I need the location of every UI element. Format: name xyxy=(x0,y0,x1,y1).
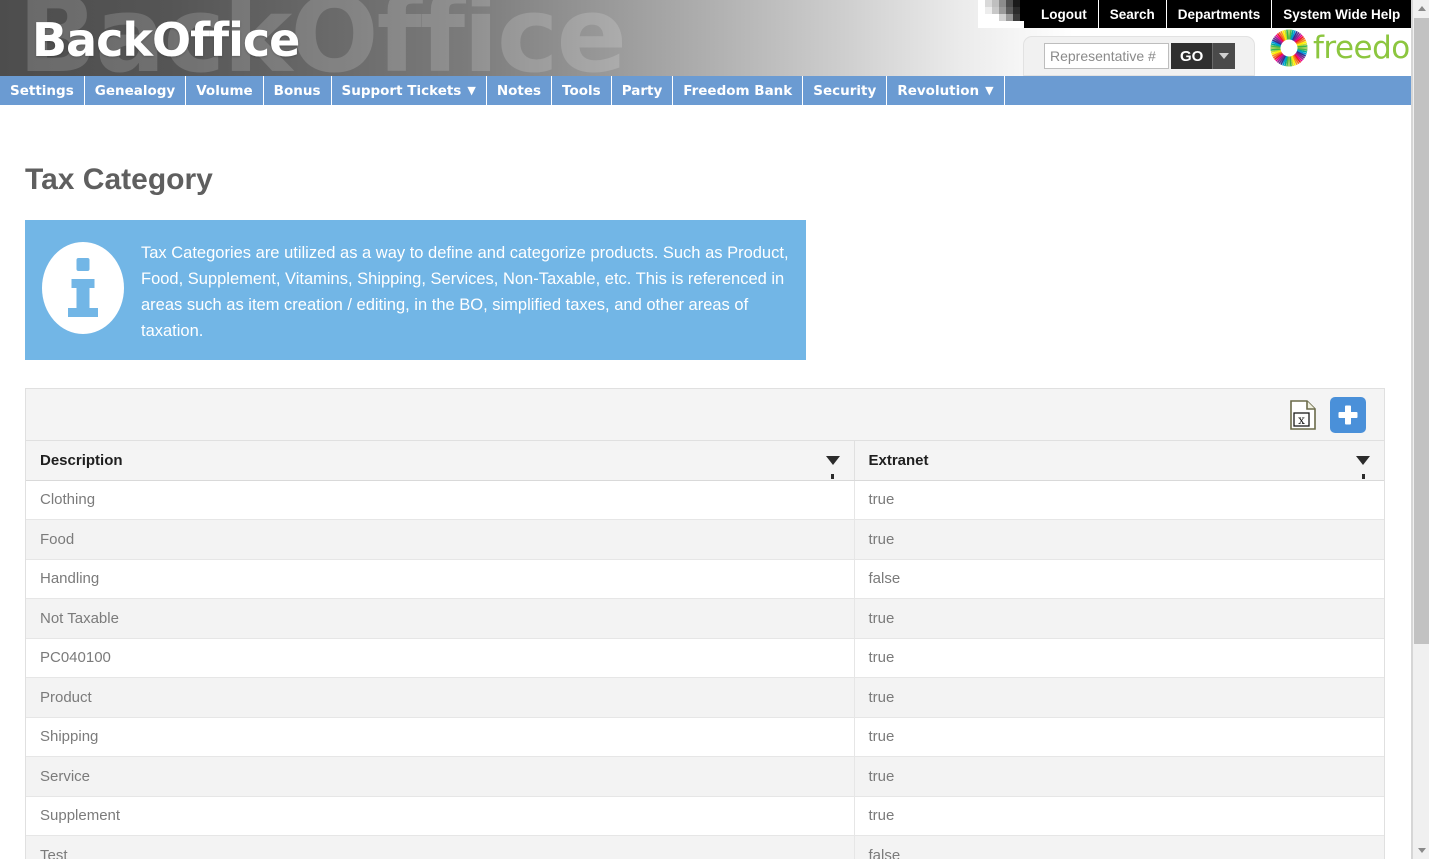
column-header-extranet[interactable]: Extranet xyxy=(854,441,1384,480)
nav-item-label: Revolution xyxy=(897,83,979,99)
scroll-down-arrow-icon[interactable] xyxy=(1413,842,1429,859)
excel-export-icon[interactable]: x xyxy=(1290,400,1316,430)
nav-item-bonus[interactable]: Bonus xyxy=(264,76,332,105)
cell-extranet: true xyxy=(854,717,1384,757)
cell-extranet: true xyxy=(854,638,1384,678)
table-row[interactable]: Clothingtrue xyxy=(26,480,1384,520)
scrollbar-thumb[interactable] xyxy=(1414,18,1429,644)
cell-description: Product xyxy=(26,678,854,718)
table-header-row: Description Extranet xyxy=(26,441,1384,480)
nav-item-label: Notes xyxy=(497,83,541,99)
main-nav: Settings Genealogy Volume Bonus Support Tick… xyxy=(0,76,1412,105)
freedom-sunburst-icon xyxy=(1269,28,1309,68)
representative-search-panel: GO xyxy=(1023,36,1255,76)
table-row[interactable]: Shippingtrue xyxy=(26,717,1384,757)
table-row[interactable]: Servicetrue xyxy=(26,757,1384,797)
info-icon-stem-top xyxy=(72,279,95,288)
tax-category-grid: x Description xyxy=(25,388,1385,859)
table-row[interactable]: Handlingfalse xyxy=(26,559,1384,599)
chevron-down-icon: ▼ xyxy=(985,84,993,97)
tax-category-table: Description Extranet ClothingtrueFoodt xyxy=(26,441,1384,859)
cell-description: Food xyxy=(26,520,854,560)
freedom-brand-logo: freedom xyxy=(1269,28,1429,68)
nav-item-label: Volume xyxy=(196,83,252,99)
nav-item-genealogy[interactable]: Genealogy xyxy=(85,76,186,105)
cell-description: Not Taxable xyxy=(26,599,854,639)
cell-description: Shipping xyxy=(26,717,854,757)
nav-item-support-tickets[interactable]: Support Tickets ▼ xyxy=(332,76,487,105)
cell-description: Supplement xyxy=(26,796,854,836)
go-button[interactable]: GO xyxy=(1171,43,1212,69)
nav-item-label: Bonus xyxy=(274,83,321,99)
info-circle-icon xyxy=(42,242,124,334)
utility-nav-item-departments[interactable]: Departments xyxy=(1167,0,1273,28)
info-icon-stem-base xyxy=(68,308,98,317)
column-header-extranet-label: Extranet xyxy=(869,452,929,469)
backoffice-logo: BackOffice xyxy=(32,13,299,67)
utility-nav-item-system-wide-help[interactable]: System Wide Help xyxy=(1272,0,1411,28)
column-header-description-label: Description xyxy=(40,452,123,469)
page-title: Tax Category xyxy=(25,163,1412,197)
checker-pattern-decoration xyxy=(978,0,1024,28)
go-dropdown-arrow-icon[interactable] xyxy=(1212,43,1235,69)
page-content: Tax Category Tax Categories are utilized… xyxy=(0,105,1412,859)
chevron-down-icon: ▼ xyxy=(467,84,475,97)
nav-item-tools[interactable]: Tools xyxy=(552,76,612,105)
cell-extranet: false xyxy=(854,836,1384,859)
info-icon-wrap xyxy=(25,238,141,334)
nav-item-revolution[interactable]: Revolution ▼ xyxy=(887,76,1004,105)
table-row[interactable]: Producttrue xyxy=(26,678,1384,718)
cell-description: Service xyxy=(26,757,854,797)
nav-item-volume[interactable]: Volume xyxy=(186,76,263,105)
utility-nav-item-search[interactable]: Search xyxy=(1099,0,1167,28)
cell-description: Handling xyxy=(26,559,854,599)
svg-text:x: x xyxy=(1298,413,1305,427)
cell-extranet: true xyxy=(854,599,1384,639)
add-tax-category-button[interactable] xyxy=(1330,397,1366,433)
nav-item-label: Freedom Bank xyxy=(683,83,792,99)
nav-item-label: Party xyxy=(622,83,663,99)
scroll-up-arrow-icon[interactable] xyxy=(1413,0,1429,17)
nav-item-label: Genealogy xyxy=(95,83,175,99)
nav-item-party[interactable]: Party xyxy=(612,76,674,105)
table-body: ClothingtrueFoodtrueHandlingfalseNot Tax… xyxy=(26,480,1384,859)
table-row[interactable]: PC040100true xyxy=(26,638,1384,678)
page-scrollbar[interactable] xyxy=(1412,0,1429,859)
column-header-description[interactable]: Description xyxy=(26,441,854,480)
utility-nav: LogoutSearchDepartmentsSystem Wide Help xyxy=(1024,0,1417,28)
cell-extranet: true xyxy=(854,678,1384,718)
cell-extranet: true xyxy=(854,520,1384,560)
nav-item-label: Settings xyxy=(10,83,74,99)
info-banner-text: Tax Categories are utilized as a way to … xyxy=(141,238,792,344)
table-row[interactable]: Foodtrue xyxy=(26,520,1384,560)
page-root: BackOffice BackOffice LogoutSearchDepart… xyxy=(0,0,1429,859)
nav-item-label: Support Tickets xyxy=(342,83,462,99)
cell-extranet: false xyxy=(854,559,1384,599)
cell-description: Test xyxy=(26,836,854,859)
go-button-group: GO xyxy=(1171,43,1235,69)
cell-extranet: true xyxy=(854,796,1384,836)
nav-item-label: Security xyxy=(813,83,876,99)
cell-description: Clothing xyxy=(26,480,854,520)
info-banner: Tax Categories are utilized as a way to … xyxy=(25,220,806,360)
table-row[interactable]: Supplementtrue xyxy=(26,796,1384,836)
nav-item-settings[interactable]: Settings xyxy=(0,76,85,105)
nav-item-label: Tools xyxy=(562,83,601,99)
filter-funnel-icon[interactable] xyxy=(826,456,840,465)
table-row[interactable]: Testfalse xyxy=(26,836,1384,859)
nav-item-notes[interactable]: Notes xyxy=(487,76,552,105)
filter-funnel-icon[interactable] xyxy=(1356,456,1370,465)
nav-item-freedom-bank[interactable]: Freedom Bank xyxy=(673,76,803,105)
cell-description: PC040100 xyxy=(26,638,854,678)
cell-extranet: true xyxy=(854,480,1384,520)
table-row[interactable]: Not Taxabletrue xyxy=(26,599,1384,639)
grid-toolbar: x xyxy=(26,389,1384,441)
representative-number-input[interactable] xyxy=(1044,43,1169,69)
cell-extranet: true xyxy=(854,757,1384,797)
utility-nav-item-logout[interactable]: Logout xyxy=(1030,0,1099,28)
nav-item-security[interactable]: Security xyxy=(803,76,887,105)
